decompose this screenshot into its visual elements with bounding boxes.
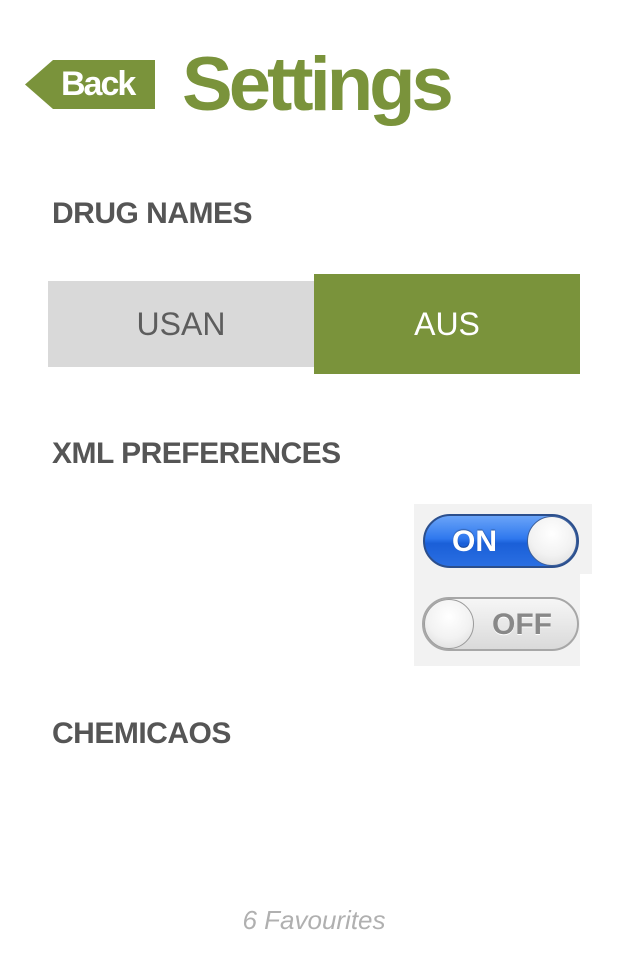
- segment-usan[interactable]: USAN: [48, 281, 314, 367]
- chemicaos-heading: CHEMICAOS: [52, 717, 231, 750]
- xml-preferences-heading: XML PREFERENCES: [52, 437, 341, 470]
- toggle-switch-off[interactable]: OFF: [422, 597, 579, 651]
- toggle-on-label: ON: [452, 525, 497, 558]
- back-button[interactable]: Back: [25, 60, 155, 109]
- back-button-label: Back: [61, 65, 136, 103]
- toggle-knob: [424, 599, 474, 649]
- toggle-off-label: OFF: [492, 608, 552, 641]
- xml-toggle-panel: ON OFF: [414, 504, 592, 666]
- toggle-knob: [527, 516, 577, 566]
- favourites-count[interactable]: 6 Favourites: [0, 902, 628, 938]
- segment-aus[interactable]: AUS: [314, 274, 580, 374]
- page-title: Settings: [182, 42, 454, 127]
- drug-names-heading: DRUG NAMES: [52, 197, 253, 230]
- toggle-switch-on[interactable]: ON: [423, 514, 579, 568]
